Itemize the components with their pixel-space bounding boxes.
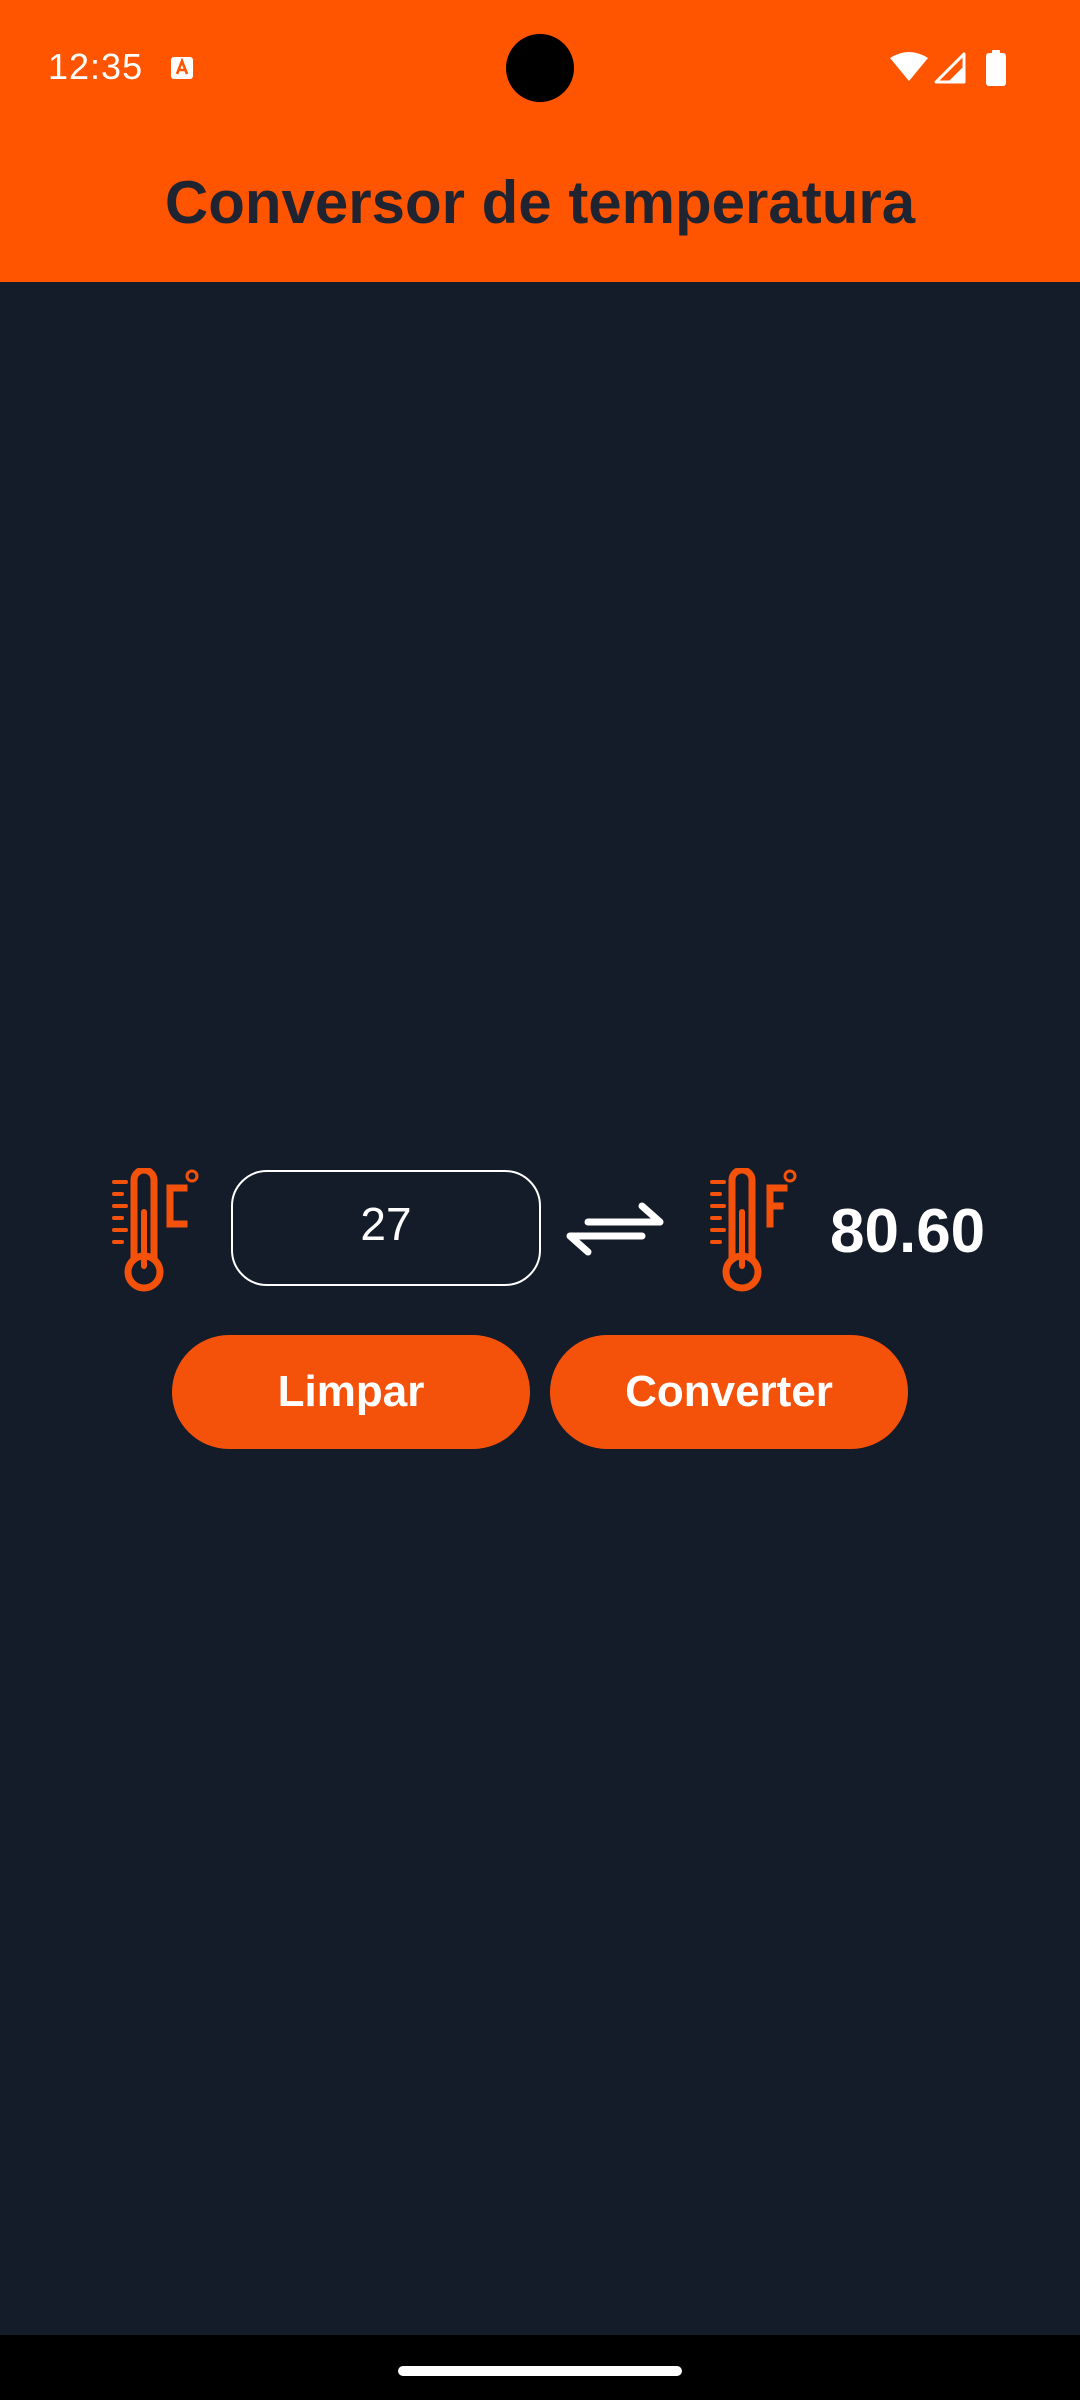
thermometer-fahrenheit-icon <box>710 1168 797 1292</box>
thermometer-celsius-icon <box>112 1168 199 1292</box>
wifi-icon <box>890 52 928 81</box>
app-screen: 12:35 Conversor de temperatura 27 80.60 … <box>0 0 1080 2400</box>
home-indicator[interactable] <box>398 2366 682 2376</box>
text-notification-icon <box>171 57 193 79</box>
clear-button[interactable]: Limpar <box>172 1335 530 1449</box>
celsius-input[interactable] <box>231 1170 541 1286</box>
status-time: 12:35 <box>48 46 144 87</box>
convert-button[interactable]: Converter <box>550 1335 908 1449</box>
cell-signal-icon <box>934 52 966 84</box>
fahrenheit-result: 80.60 <box>830 1197 986 1266</box>
app-header: 12:35 Conversor de temperatura <box>0 0 1080 282</box>
swap-arrows-icon[interactable] <box>566 1200 664 1258</box>
camera-cutout <box>506 34 574 102</box>
battery-icon <box>986 50 1006 86</box>
app-title: Conversor de temperatura <box>164 169 916 236</box>
